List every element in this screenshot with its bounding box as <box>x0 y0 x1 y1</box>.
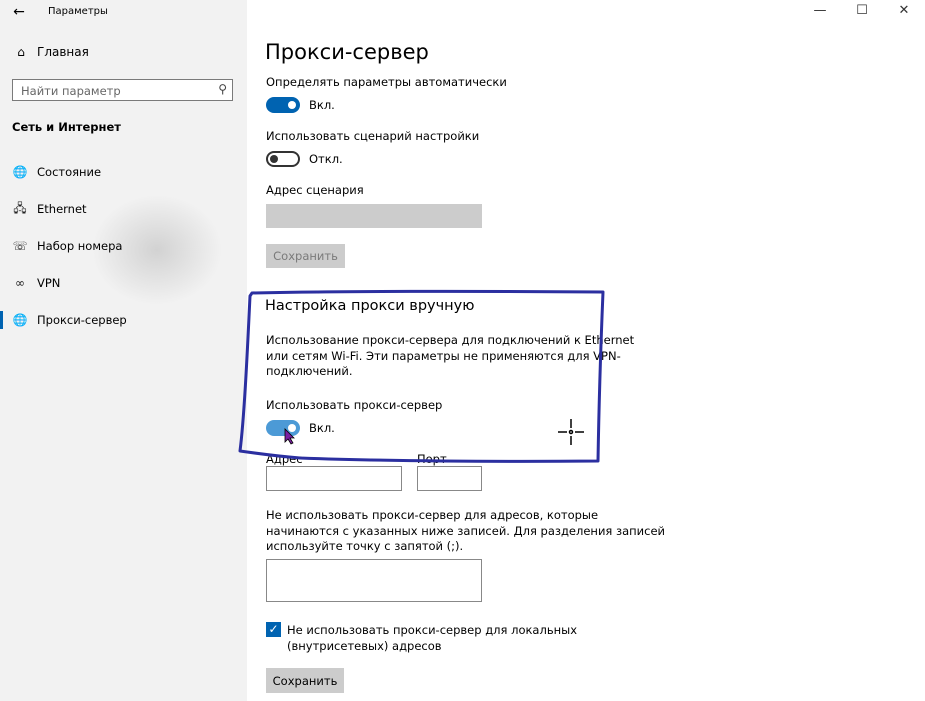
exceptions-line: начинаются с указанных ниже записей. Для… <box>266 523 666 538</box>
setup-script-toggle[interactable] <box>266 151 300 167</box>
sidebar-item-label: Состояние <box>37 165 102 179</box>
use-proxy-toggle[interactable] <box>266 420 300 436</box>
home-label: Главная <box>37 45 89 59</box>
exceptions-line: Не использовать прокси-сервер для адресо… <box>266 508 599 522</box>
proxy-address-label: Адрес <box>266 452 303 466</box>
section-title: Сеть и Интернет <box>12 120 121 134</box>
exceptions-input[interactable] <box>266 559 482 602</box>
auto-detect-toggle[interactable] <box>266 97 300 113</box>
local-bypass-checkbox[interactable]: ✓ <box>266 622 281 637</box>
exceptions-description: Не использовать прокси-сервер для адресо… <box>266 508 665 555</box>
sidebar-item-label: Прокси-сервер <box>37 313 127 327</box>
auto-detect-label: Определять параметры автоматически <box>266 75 507 89</box>
auto-detect-state: Вкл. <box>309 98 335 112</box>
sidebar: ← Параметры ⌂ Главная ⚲ Сеть и Интернет … <box>0 0 247 701</box>
save-script-button: Сохранить <box>266 244 345 268</box>
sidebar-item-vpn[interactable]: ∞ VPN <box>12 273 60 293</box>
exceptions-line: используйте точку с запятой (;). <box>266 539 464 553</box>
sidebar-item-ethernet[interactable]: 🖧 Ethernet <box>12 199 87 219</box>
titlebar-left: ← Параметры <box>0 0 247 24</box>
active-indicator <box>0 311 3 329</box>
proxy-port-input[interactable] <box>417 466 482 491</box>
main-panel: Прокси-сервер Определять параметры автом… <box>247 0 925 701</box>
manual-section-title: Настройка прокси вручную <box>265 298 475 314</box>
sidebar-item-proxy[interactable]: 🌐 Прокси-сервер <box>12 310 127 330</box>
proxy-address-input[interactable] <box>266 466 402 491</box>
description-line: или сетям Wi-Fi. Эти параметры не примен… <box>266 348 621 363</box>
sidebar-item-label: Набор номера <box>37 239 123 253</box>
search-input[interactable] <box>13 81 211 101</box>
ethernet-icon: 🖧 <box>13 200 27 215</box>
back-arrow-icon[interactable]: ← <box>8 3 30 21</box>
sidebar-item-label: Ethernet <box>37 202 87 216</box>
local-bypass-label: Не использовать прокси-сервер для локаль… <box>287 623 577 654</box>
script-address-label: Адрес сценария <box>266 183 364 197</box>
proxy-port-label: Порт <box>417 452 447 466</box>
globe-status-icon: 🌐 <box>12 165 28 179</box>
home-icon: ⌂ <box>17 45 25 59</box>
description-line: Использование прокси-сервера для подключ… <box>266 333 635 347</box>
checkbox-label-line: (внутрисетевых) адресов <box>287 638 442 653</box>
dialup-icon: ☏ <box>12 239 28 253</box>
save-manual-button[interactable]: Сохранить <box>266 668 344 693</box>
manual-description: Использование прокси-сервера для подключ… <box>266 333 634 380</box>
search-icon[interactable]: ⚲ <box>218 82 227 96</box>
sidebar-item-label: VPN <box>37 276 61 290</box>
sidebar-item-status[interactable]: 🌐 Состояние <box>12 162 102 182</box>
sidebar-item-dialup[interactable]: ☏ Набор номера <box>12 236 122 256</box>
app-title: Параметры <box>48 6 108 17</box>
setup-script-state: Откл. <box>309 152 343 166</box>
search-box[interactable]: ⚲ <box>12 79 233 101</box>
page-title: Прокси-сервер <box>265 40 429 64</box>
script-address-field <box>266 204 482 228</box>
home-link[interactable]: ⌂ Главная <box>12 45 89 59</box>
vpn-icon: ∞ <box>15 276 25 290</box>
globe-icon: 🌐 <box>12 313 28 327</box>
checkbox-label-line: Не использовать прокси-сервер для локаль… <box>287 623 578 637</box>
setup-script-label: Использовать сценарий настройки <box>266 129 480 143</box>
use-proxy-label: Использовать прокси-сервер <box>266 398 443 412</box>
description-line: подключений. <box>266 364 353 378</box>
use-proxy-state: Вкл. <box>309 421 335 435</box>
